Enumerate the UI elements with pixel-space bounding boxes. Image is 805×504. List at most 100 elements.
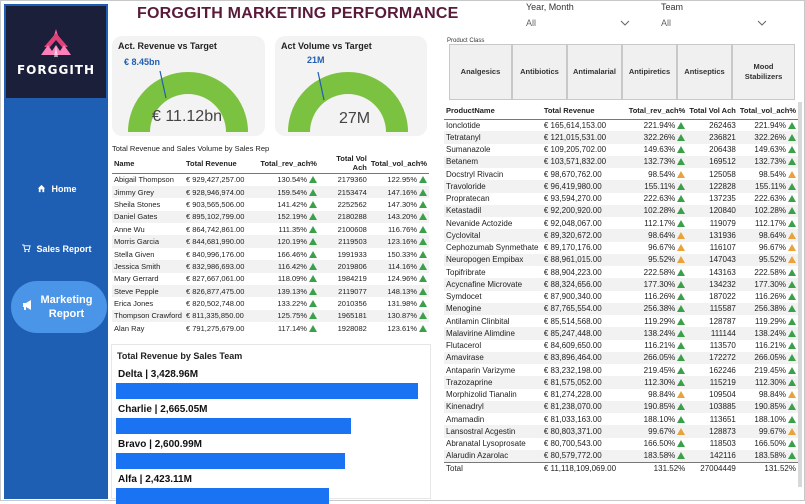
table-row[interactable]: Malavirine Alimdine € 85,247,448.00 138.24… bbox=[444, 327, 798, 340]
table-row[interactable]: Sumanazole € 109,205,702.00 149.63% 206438 1… bbox=[444, 144, 798, 156]
table-row[interactable]: Daniel Gates € 895,102,799.00 152.19% 21802… bbox=[112, 210, 429, 224]
table-row[interactable]: Neuropogen Empibax € 88,961,015.00 95.52% 1… bbox=[444, 253, 798, 266]
column-header[interactable]: Total_rev_ach% bbox=[258, 153, 319, 174]
table-cell: 190.85% bbox=[737, 400, 798, 413]
column-header[interactable]: Total Revenue bbox=[541, 102, 627, 120]
up-triangle-icon bbox=[419, 312, 427, 320]
cell-value: 148.13% bbox=[387, 286, 417, 296]
table-row[interactable]: Alarudin Azarolac € 80,579,772.00 183.58% 1… bbox=[444, 449, 798, 462]
nav-home[interactable]: Home bbox=[12, 169, 102, 209]
bar-charlie[interactable] bbox=[116, 418, 351, 434]
product-class-button[interactable]: Antibiotics bbox=[511, 44, 567, 100]
table-row[interactable]: Topifribrate € 88,904,223.00 222.58% 143163… bbox=[444, 266, 798, 278]
table-row[interactable]: Nevanide Actozide € 92,048,067.00 112.17% 1… bbox=[444, 217, 798, 229]
table-row[interactable]: Amamadin € 81,033,163.00 188.10% 113651 188.… bbox=[444, 413, 798, 425]
up-triangle-icon bbox=[677, 207, 686, 215]
revenue-gauge-card[interactable]: Act. Revenue vs Target € 8.45bn € 11.12b… bbox=[112, 36, 265, 136]
product-class-button[interactable]: Analgesics bbox=[449, 44, 512, 100]
bar-delta[interactable] bbox=[116, 383, 418, 399]
table-row[interactable]: Jessica Smith € 832,986,693.00 116.42% 2019… bbox=[112, 260, 429, 273]
table-row[interactable]: Trazozaprine € 81,575,052.00 112.30% 115219… bbox=[444, 376, 798, 389]
table-row[interactable]: Sheila Stones € 903,565,506.00 141.42% 2252… bbox=[112, 198, 429, 210]
table-row[interactable]: Amavirase € 83,896,464.00 266.05% 172272 266… bbox=[444, 351, 798, 364]
volume-gauge-card[interactable]: Act Volume vs Target 21M 27M bbox=[275, 36, 427, 136]
table-row[interactable]: Propratecan € 93,594,270.00 222.63% 137235 2… bbox=[444, 193, 798, 205]
product-class-button[interactable]: Antiseptics bbox=[677, 44, 733, 100]
slicer-team-label: Team bbox=[661, 2, 684, 12]
table-row[interactable]: Cyclovital € 89,320,672.00 98.64% 131936 98.… bbox=[444, 229, 798, 242]
table-cell: € 103,571,832.00 bbox=[541, 155, 627, 168]
table-cell: Malavirine Alimdine bbox=[444, 327, 542, 340]
product-class-slicer[interactable]: Analgesics Antibiotics Antimalarial Anti… bbox=[449, 44, 796, 100]
nav-marketing-report[interactable]: Marketing Report bbox=[11, 281, 107, 333]
bar-alfa[interactable] bbox=[116, 488, 329, 504]
table-row[interactable]: Cephozumab Synmethate € 89,170,176.00 96.6… bbox=[444, 242, 798, 254]
slicer-team-dropdown[interactable]: All bbox=[661, 18, 767, 29]
table-cell: 116107 bbox=[687, 242, 738, 254]
column-header[interactable]: Total Vol Ach bbox=[318, 153, 369, 174]
table-row[interactable]: Menogine € 87,765,554.00 256.38% 115587 256.… bbox=[444, 302, 798, 315]
table-cell: 141.42% bbox=[258, 198, 319, 210]
cell-value: 111.35% bbox=[278, 224, 307, 234]
table-row[interactable]: Ketastadil € 92,200,920.00 102.28% 120840 10… bbox=[444, 204, 798, 217]
table-cell: 113570 bbox=[687, 340, 738, 352]
table-cell: € 83,232,198.00 bbox=[542, 364, 627, 376]
slicer-year-month[interactable]: Year, Month All bbox=[526, 2, 630, 29]
table-cell: € 84,609,650.00 bbox=[542, 340, 627, 352]
column-header[interactable]: Name bbox=[112, 153, 184, 174]
table-row[interactable]: Betanem € 103,571,832.00 132.73% 169512 132.… bbox=[444, 155, 798, 168]
cell-value: 122828 bbox=[709, 181, 736, 191]
table-cell: 2100608 bbox=[319, 223, 369, 235]
table-row[interactable]: Travoloride € 96,419,980.00 155.11% 122828 1… bbox=[444, 180, 798, 193]
table-cell: 2180288 bbox=[318, 210, 369, 224]
slicer-year-month-dropdown[interactable]: All bbox=[526, 18, 630, 29]
nav-sales-report-label: Sales Report bbox=[36, 244, 92, 254]
table-row[interactable]: Symdocet € 87,900,340.00 116.26% 187022 116.… bbox=[444, 291, 798, 303]
table-row[interactable]: Abranatal Lysoprosate € 80,700,543.00 166.… bbox=[444, 438, 798, 450]
table-row[interactable]: Docstryl Rivacin € 98,670,762.00 98.54% 125… bbox=[444, 168, 798, 180]
table-row[interactable]: Steve Pepple € 826,877,475.00 139.13% 21190… bbox=[112, 285, 429, 298]
bar-bravo[interactable] bbox=[116, 453, 345, 469]
product-table-scrollbar[interactable] bbox=[798, 102, 802, 487]
table-row[interactable]: Antilamin Clinbital € 85,514,568.00 119.29… bbox=[444, 315, 798, 327]
table-cell: € 83,896,464.00 bbox=[541, 351, 627, 364]
table-row[interactable]: Abigail Thompson € 929,427,257.00 130.54% 2… bbox=[112, 174, 429, 186]
team-revenue-chart[interactable]: Total Revenue by Sales Team Delta | 3,42… bbox=[111, 344, 431, 504]
cell-value: 2100608 bbox=[337, 224, 367, 234]
total-row: Total € 11,118,109,069.00 131.52% 27004449 1… bbox=[444, 461, 798, 475]
table-cell: 111144 bbox=[687, 327, 738, 340]
table-row[interactable]: Tetratanyl € 121,015,531.00 322.26% 236821 3… bbox=[444, 131, 798, 144]
cell-value: Erica Jones bbox=[114, 299, 154, 309]
product-class-button[interactable]: Antipiretics bbox=[621, 44, 677, 100]
product-class-button[interactable]: Antimalarial bbox=[566, 44, 622, 100]
column-header[interactable]: Total Revenue bbox=[183, 153, 259, 174]
chevron-down-icon bbox=[757, 18, 767, 28]
table-row[interactable]: Erica Jones € 820,502,748.00 133.22% 201035… bbox=[112, 297, 429, 309]
table-row[interactable]: Antaparin Varizyme € 83,232,198.00 219.45%… bbox=[444, 364, 798, 376]
nav-sales-report[interactable]: Sales Report bbox=[12, 229, 102, 269]
column-header[interactable]: Total_rev_ach% bbox=[626, 102, 688, 120]
product-class-button[interactable]: Mood Stabilizers bbox=[732, 44, 796, 100]
sales-rep-table[interactable]: Name Total Revenue Total_rev_ach% Total … bbox=[112, 153, 429, 335]
table-row[interactable]: Thompson Crawford € 811,335,850.00 125.75%… bbox=[112, 309, 429, 323]
slicer-team[interactable]: Team All bbox=[661, 2, 767, 29]
table-row[interactable]: Ionclotide € 165,614,153.00 221.94% 262463 2… bbox=[444, 119, 798, 131]
table-row[interactable]: Acycnafine Microvate € 88,324,656.00 177.3… bbox=[444, 278, 798, 291]
table-row[interactable]: Kinenadryl € 81,238,070.00 190.85% 103885 19… bbox=[444, 400, 798, 413]
product-table[interactable]: ProductName Total Revenue Total_rev_ach%… bbox=[444, 102, 798, 475]
table-row[interactable]: Mary Gerrard € 827,667,061.00 118.09% 19842… bbox=[112, 273, 429, 285]
cell-value: 137235 bbox=[709, 194, 736, 204]
column-header[interactable]: ProductName bbox=[444, 102, 542, 120]
column-header[interactable]: Total Vol Ach bbox=[687, 102, 738, 120]
table-row[interactable]: Morphizolid Tianalin € 81,274,228.00 98.84… bbox=[444, 389, 798, 401]
column-header[interactable]: Total_vol_ach% bbox=[737, 102, 798, 120]
table-row[interactable]: Alan Ray € 791,275,679.00 117.14% 1928082 12… bbox=[112, 322, 429, 334]
table-row[interactable]: Jimmy Grey € 928,946,974.00 159.54% 2153474… bbox=[112, 185, 429, 199]
table-row[interactable]: Anne Wu € 864,742,861.00 111.35% 2100608 116… bbox=[112, 223, 429, 235]
cell-value: 143163 bbox=[709, 267, 736, 277]
table-row[interactable]: Flutacerol € 84,609,650.00 116.21% 113570 11… bbox=[444, 340, 798, 352]
column-header[interactable]: Total_vol_ach% bbox=[368, 153, 429, 174]
table-row[interactable]: Morris Garcia € 844,681,990.00 120.19% 2119… bbox=[112, 235, 429, 248]
table-row[interactable]: Lansostral Acgestin € 80,803,371.00 99.67%… bbox=[444, 425, 798, 438]
table-row[interactable]: Stella Given € 840,996,176.00 166.46% 19919… bbox=[112, 248, 429, 260]
